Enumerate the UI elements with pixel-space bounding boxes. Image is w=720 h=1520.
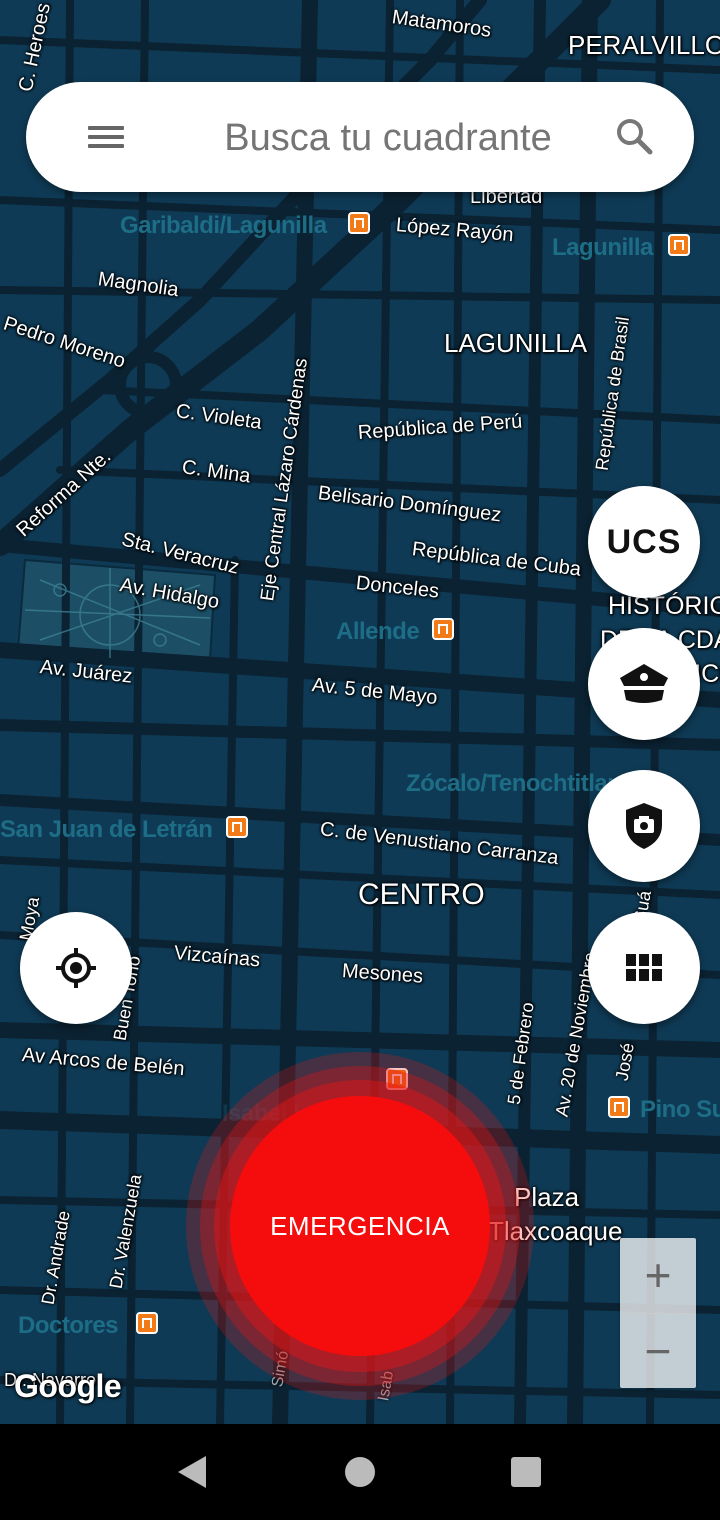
recents-square-icon[interactable]: [508, 1454, 544, 1490]
metro-icon[interactable]: [668, 234, 690, 256]
metro-icon[interactable]: [432, 618, 454, 640]
my-location-button[interactable]: [20, 912, 132, 1024]
area-label: LAGUNILLA: [444, 328, 588, 358]
metro-station-label: Allende: [336, 618, 420, 645]
emergency-pulse: EMERGENCIA: [186, 1052, 534, 1400]
metro-station-label: Lagunilla: [552, 234, 653, 261]
metro-icon[interactable]: [226, 816, 248, 838]
metro-icon[interactable]: [348, 212, 370, 234]
metro-station-label: San Juan de Letrán: [0, 816, 213, 843]
search-icon[interactable]: [614, 116, 654, 156]
zoom-in-button[interactable]: +: [620, 1238, 696, 1312]
search-bar: [26, 82, 694, 192]
my-location-icon: [56, 948, 96, 988]
metro-icon[interactable]: [136, 1312, 158, 1334]
emergency-button[interactable]: EMERGENCIA: [230, 1096, 490, 1356]
metro-station-label: Garibaldi/Lagunilla: [120, 212, 327, 239]
ucs-button[interactable]: UCS: [588, 486, 700, 598]
system-nav-bar: [0, 1424, 720, 1520]
zoom-out-button[interactable]: −: [620, 1314, 696, 1388]
police-button[interactable]: [588, 628, 700, 740]
emergency-label: EMERGENCIA: [270, 1210, 450, 1241]
police-cap-icon: [620, 664, 668, 703]
metro-station-label: Doctores: [18, 1312, 119, 1339]
back-triangle-icon[interactable]: [174, 1454, 210, 1490]
google-attribution: Google: [14, 1368, 122, 1404]
area-label: HISTÓRICO: [608, 592, 720, 620]
search-input[interactable]: [186, 112, 590, 164]
area-label: PERALVILLO: [568, 30, 720, 60]
metro-station-label: Zócalo/Tenochtitlan: [406, 770, 622, 797]
zoom-controls: + −: [620, 1238, 696, 1388]
home-circle-icon[interactable]: [342, 1454, 378, 1490]
metro-icon[interactable]: [608, 1096, 630, 1118]
ucs-label: UCS: [606, 522, 682, 561]
grid-icon: [626, 954, 662, 981]
camera-report-button[interactable]: [588, 770, 700, 882]
shield-camera-icon: [626, 803, 662, 849]
area-label: CENTRO: [358, 878, 485, 911]
metro-station-label: Pino Suárez: [640, 1096, 720, 1123]
hamburger-menu-icon[interactable]: [86, 122, 126, 152]
grid-menu-button[interactable]: [588, 912, 700, 1024]
